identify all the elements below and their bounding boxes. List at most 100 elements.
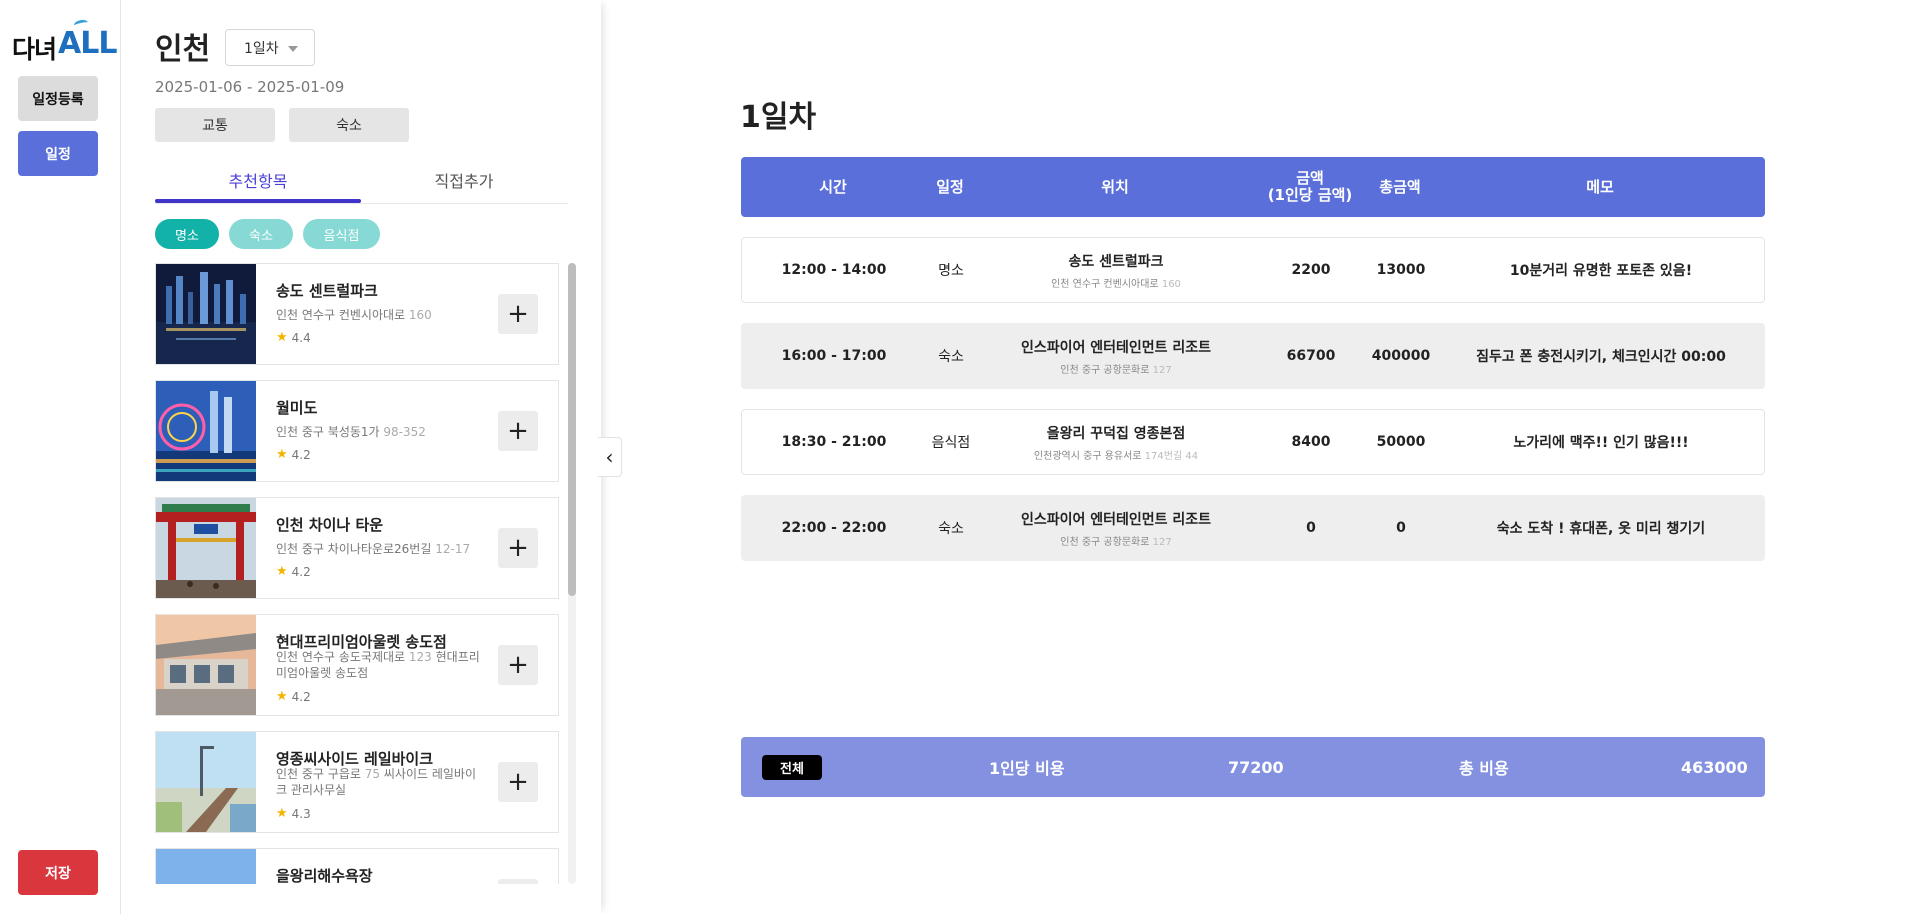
row-time: 22:00 - 22:00 bbox=[781, 520, 887, 536]
star-icon: ★ bbox=[276, 564, 288, 579]
header-memo: 메모 bbox=[1586, 177, 1614, 196]
city-title: 인천 bbox=[155, 32, 211, 67]
schedule-row[interactable]: 18:30 - 21:00 음식점 을왕리 꾸덕집 영종본점 인천광역시 중구 … bbox=[741, 409, 1765, 475]
caret-down-icon bbox=[288, 46, 298, 52]
cost-summary-bar: 전체 1인당 비용 77200 총 비용 463000 bbox=[741, 737, 1765, 797]
row-total: 13000 bbox=[1376, 262, 1426, 278]
address-text: 인천 중구 차이나타운로26번길 bbox=[276, 542, 432, 556]
place-name: 인천 차이나 타운 bbox=[276, 516, 384, 534]
place-rating: ★ 4.4 bbox=[276, 330, 311, 345]
total-cost-value: 463000 bbox=[1681, 757, 1748, 777]
per-person-value: 77200 bbox=[1228, 757, 1284, 777]
logo-korean: 다녀 bbox=[12, 35, 57, 64]
rating-value: 4.2 bbox=[291, 689, 311, 704]
tab-direct-add[interactable]: 직접추가 bbox=[361, 158, 567, 202]
save-button[interactable]: 저장 bbox=[18, 850, 98, 895]
row-total: 50000 bbox=[1376, 434, 1426, 450]
place-list-scrollbar[interactable] bbox=[568, 263, 576, 884]
header-amount-line2: (1인당 금액) bbox=[1267, 186, 1353, 204]
header-location: 위치 bbox=[1101, 177, 1129, 196]
filter-chip-lodging[interactable]: 숙소 bbox=[229, 219, 293, 249]
day-select-value: 1일차 bbox=[244, 40, 279, 57]
add-place-button[interactable]: + bbox=[498, 294, 538, 334]
place-name: 송도 센트럴파크 bbox=[276, 282, 378, 300]
row-location: 을왕리 꾸덕집 영종본점 인천광역시 중구 용유서로 174번길 44 bbox=[976, 410, 1256, 474]
schedule-row[interactable]: 12:00 - 14:00 명소 송도 센트럴파크 인천 연수구 컨벤시아대로 … bbox=[741, 237, 1765, 303]
logo-english: ALL bbox=[58, 26, 117, 61]
lodging-button[interactable]: 숙소 bbox=[289, 108, 409, 142]
add-place-button[interactable]: + bbox=[498, 528, 538, 568]
place-address: 인천 연수구 송도국제대로 123 현대프리미엄아울렛 송도점 bbox=[276, 649, 486, 681]
row-time: 12:00 - 14:00 bbox=[781, 262, 887, 278]
place-card: 현대프리미엄아울렛 송도점 인천 연수구 송도국제대로 123 현대프리미엄아울… bbox=[155, 614, 559, 716]
place-name: 월미도 bbox=[276, 399, 318, 417]
address-number: 127 bbox=[1152, 364, 1172, 376]
row-place-address: 인천 중구 공항문화로 127 bbox=[1060, 361, 1171, 376]
place-image bbox=[156, 615, 256, 715]
address-text: 인천 중구 구읍로 bbox=[276, 767, 361, 781]
schedule-row[interactable]: 16:00 - 17:00 숙소 인스파이어 엔터테인먼트 리조트 인천 중구 … bbox=[741, 323, 1765, 389]
row-time: 18:30 - 21:00 bbox=[781, 434, 887, 450]
header-amount-line1: 금액 bbox=[1296, 169, 1324, 187]
row-total: 0 bbox=[1396, 520, 1406, 536]
row-category: 음식점 bbox=[931, 435, 971, 451]
collapse-panel-button[interactable]: ‹ bbox=[598, 437, 622, 477]
trip-dates: 2025-01-06 - 2025-01-09 bbox=[155, 78, 345, 96]
total-cost-label: 총 비용 bbox=[1459, 759, 1509, 778]
address-number: 12-17 bbox=[435, 542, 471, 556]
header-time: 시간 bbox=[819, 177, 847, 196]
traffic-button[interactable]: 교통 bbox=[155, 108, 275, 142]
address-number: 160 bbox=[408, 308, 432, 322]
row-place-address: 인천 연수구 컨벤시아대로 160 bbox=[1051, 275, 1181, 290]
place-rating: ★ 4.2 bbox=[276, 447, 311, 462]
row-category: 숙소 bbox=[938, 349, 964, 365]
place-list[interactable]: 송도 센트럴파크 인천 연수구 컨벤시아대로 160 ★ 4.4 + 월미도 인… bbox=[155, 263, 559, 884]
header-category: 일정 bbox=[936, 177, 964, 196]
row-time: 16:00 - 17:00 bbox=[781, 348, 887, 364]
place-card: 을왕리해수욕장 + bbox=[155, 848, 559, 884]
active-tab-indicator bbox=[155, 199, 361, 203]
place-card: 송도 센트럴파크 인천 연수구 컨벤시아대로 160 ★ 4.4 + bbox=[155, 263, 559, 365]
summary-badge: 전체 bbox=[762, 755, 822, 780]
tab-recommended[interactable]: 추천항목 bbox=[155, 158, 361, 202]
per-person-label: 1인당 비용 bbox=[989, 759, 1065, 778]
day-select[interactable]: 1일차 bbox=[225, 29, 315, 66]
scrollbar-thumb[interactable] bbox=[568, 263, 576, 596]
place-rating: ★ 4.2 bbox=[276, 689, 311, 704]
place-name: 을왕리해수욕장 bbox=[276, 867, 373, 884]
add-place-button[interactable]: + bbox=[498, 879, 538, 884]
schedule-row[interactable]: 22:00 - 22:00 숙소 인스파이어 엔터테인먼트 리조트 인천 중구 … bbox=[741, 495, 1765, 561]
place-card: 인천 차이나 타운 인천 중구 차이나타운로26번길 12-17 ★ 4.2 + bbox=[155, 497, 559, 599]
place-image bbox=[156, 381, 256, 481]
address-text: 인천광역시 중구 용유서로 bbox=[1033, 450, 1142, 462]
row-location: 송도 센트럴파크 인천 연수구 컨벤시아대로 160 bbox=[976, 238, 1256, 302]
app-logo[interactable]: 다녀 ALL bbox=[12, 18, 117, 64]
add-place-button[interactable]: + bbox=[498, 645, 538, 685]
add-place-button[interactable]: + bbox=[498, 762, 538, 802]
chevron-left-icon: ‹ bbox=[605, 445, 614, 469]
row-place-address: 인천광역시 중구 용유서로 174번길 44 bbox=[1034, 447, 1198, 462]
star-icon: ★ bbox=[276, 806, 288, 821]
sidebar-rail: 다녀 ALL 일정등록 일정 저장 bbox=[0, 0, 121, 914]
row-memo: 짐두고 폰 충전시키기, 체크인시간 00:00 bbox=[1476, 349, 1726, 365]
address-text: 인천 중구 공항문화로 bbox=[1060, 364, 1150, 376]
place-image bbox=[156, 849, 256, 884]
register-schedule-button[interactable]: 일정등록 bbox=[18, 76, 98, 121]
add-place-button[interactable]: + bbox=[498, 411, 538, 451]
address-number: 127 bbox=[1152, 536, 1172, 548]
rating-value: 4.2 bbox=[291, 447, 311, 462]
rating-value: 4.2 bbox=[291, 564, 311, 579]
header-total: 총금액 bbox=[1379, 177, 1421, 196]
address-text: 인천 연수구 송도국제대로 bbox=[276, 650, 406, 664]
row-amount: 8400 bbox=[1291, 434, 1331, 450]
address-text: 인천 중구 공항문화로 bbox=[1060, 536, 1150, 548]
address-text: 인천 중구 북성동1가 bbox=[276, 425, 380, 439]
place-address: 인천 중구 북성동1가 98-352 bbox=[276, 424, 486, 440]
filter-chip-restaurant[interactable]: 음식점 bbox=[303, 219, 380, 249]
star-icon: ★ bbox=[276, 447, 288, 462]
row-place-address: 인천 중구 공항문화로 127 bbox=[1060, 533, 1171, 548]
schedule-button[interactable]: 일정 bbox=[18, 131, 98, 176]
filter-chip-attraction[interactable]: 명소 bbox=[155, 219, 219, 249]
address-number: 123 bbox=[408, 650, 432, 664]
schedule-table-header: 시간 일정 위치 금액 (1인당 금액) 총금액 메모 bbox=[741, 157, 1765, 217]
